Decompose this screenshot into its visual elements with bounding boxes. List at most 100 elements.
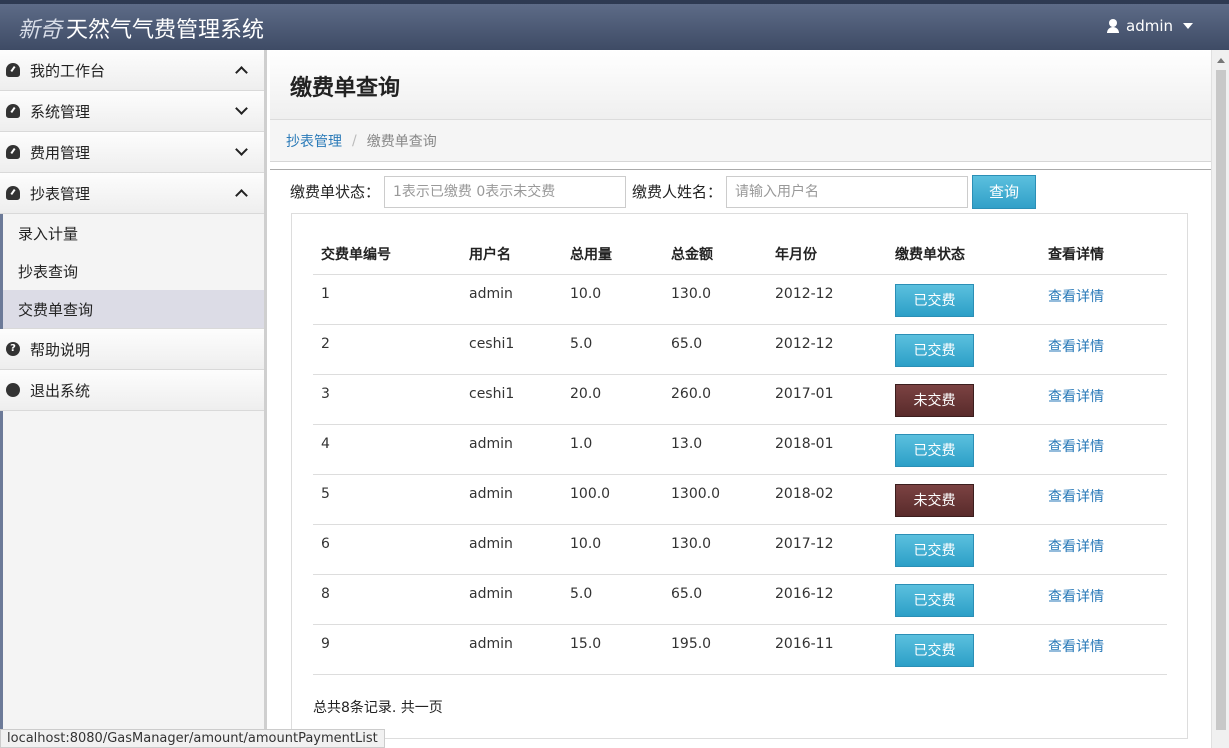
status-badge[interactable]: 未交费 [895,483,974,517]
table-row: 5 admin 100.0 1300.0 2018-02 未交费 查看详情 [313,474,1167,525]
brand[interactable]: 新奇 天然气气费管理系统 [18,12,264,44]
cell-user: ceshi1 [461,324,562,375]
sidebar-item-label: 费用管理 [30,143,91,162]
dashboard-icon [6,145,20,159]
status-badge[interactable]: 未交费 [895,383,974,417]
cell-amount: 130.0 [663,274,767,325]
breadcrumb-current: 缴费单查询 [366,133,437,150]
column-header: 缴费单状态 [887,234,1040,275]
cell-detail: 查看详情 [1040,374,1167,425]
cell-id: 9 [313,624,461,675]
column-header: 交费单编号 [313,234,461,275]
status-badge[interactable]: 已交费 [895,283,974,317]
sidebar-item-label: 系统管理 [30,102,91,121]
brand-prefix: 新奇 [18,18,63,43]
status-badge[interactable]: 已交费 [895,433,974,467]
cell-id: 1 [313,274,461,325]
cell-usage: 15.0 [562,624,663,675]
status-badge[interactable]: 已交费 [895,533,974,567]
name-input[interactable] [726,175,969,208]
cell-id: 4 [313,424,461,475]
sidebar-item-help[interactable]: ? 帮助说明 [0,329,264,370]
cell-amount: 13.0 [663,424,767,475]
cell-detail: 查看详情 [1040,524,1167,575]
status-bar-url: localhost:8080/GasManager/amount/amountP… [0,729,385,748]
question-icon: ? [6,342,20,356]
cell-status: 已交费 [887,624,1040,675]
scroll-up-icon[interactable] [1217,58,1225,63]
status-badge[interactable]: 已交费 [895,633,974,667]
sidebar-subitem-meter-query[interactable]: 抄表查询 [0,252,264,290]
sidebar-item-fees[interactable]: 费用管理 [0,132,264,173]
search-button[interactable]: 查询 [972,174,1037,209]
cell-month: 2017-01 [767,374,887,425]
cell-status: 未交费 [887,474,1040,525]
table-row: 3 ceshi1 20.0 260.0 2017-01 未交费 查看详情 [313,374,1167,425]
cell-detail: 查看详情 [1040,324,1167,375]
sidebar-item-label: 退出系统 [30,381,91,400]
breadcrumb-parent[interactable]: 抄表管理 [286,131,342,151]
chevron-up-icon [235,189,248,202]
view-detail-link[interactable]: 查看详情 [1048,389,1104,405]
view-detail-link[interactable]: 查看详情 [1048,639,1104,655]
dashboard-icon [6,63,20,77]
cell-usage: 5.0 [562,574,663,625]
cell-usage: 10.0 [562,274,663,325]
submenu-meter: 录入计量 抄表查询 交费单查询 [0,214,264,329]
sidebar-item-system[interactable]: 系统管理 [0,91,264,132]
cell-status: 已交费 [887,324,1040,375]
cell-user: admin [461,524,562,575]
table-row: 6 admin 10.0 130.0 2017-12 已交费 查看详情 [313,524,1167,575]
results-panel: 交费单编号 用户名 总用量 总金额 年月份 缴费单状态 查看详情 1 admin 1… [291,213,1188,739]
vertical-scrollbar[interactable] [1211,50,1229,748]
cell-status: 已交费 [887,274,1040,325]
sidebar-item-workbench[interactable]: 我的工作台 [0,50,264,91]
scroll-thumb[interactable] [1216,70,1226,730]
view-detail-link[interactable]: 查看详情 [1048,439,1104,455]
sidebar-item-label: 帮助说明 [30,340,91,359]
caret-down-icon [1183,23,1193,29]
table-row: 2 ceshi1 5.0 65.0 2012-12 已交费 查看详情 [313,324,1167,375]
sidebar-item-logout[interactable]: 退出系统 [0,370,264,411]
sidebar-subitem-payment-query[interactable]: 交费单查询 [0,290,264,328]
cell-id: 8 [313,574,461,625]
cell-status: 已交费 [887,524,1040,575]
status-badge[interactable]: 已交费 [895,333,974,367]
cell-status: 未交费 [887,374,1040,425]
cell-user: admin [461,274,562,325]
view-detail-link[interactable]: 查看详情 [1048,289,1104,305]
table-row: 8 admin 5.0 65.0 2016-12 已交费 查看详情 [313,574,1167,625]
cell-month: 2016-12 [767,574,887,625]
status-badge[interactable]: 已交费 [895,583,974,617]
cell-status: 已交费 [887,424,1040,475]
sidebar-subitem-input-meter[interactable]: 录入计量 [0,214,264,252]
cell-usage: 5.0 [562,324,663,375]
view-detail-link[interactable]: 查看详情 [1048,489,1104,505]
view-detail-link[interactable]: 查看详情 [1048,539,1104,555]
cell-month: 2016-11 [767,624,887,675]
breadcrumb-separator: / [352,132,357,149]
cell-usage: 20.0 [562,374,663,425]
cell-month: 2018-02 [767,474,887,525]
cell-user: admin [461,474,562,525]
table-header-row: 交费单编号 用户名 总用量 总金额 年月份 缴费单状态 查看详情 [313,234,1167,275]
cell-usage: 1.0 [562,424,663,475]
sidebar-item-meter[interactable]: 抄表管理 [0,173,264,214]
search-bar: 缴费单状态： 缴费人姓名： 查询 [270,169,1211,213]
cell-amount: 260.0 [663,374,767,425]
cell-id: 6 [313,524,461,575]
user-menu[interactable]: admin [1106,17,1193,35]
dashboard-icon [6,186,20,200]
view-detail-link[interactable]: 查看详情 [1048,589,1104,605]
cell-id: 2 [313,324,461,375]
view-detail-link[interactable]: 查看详情 [1048,339,1104,355]
cell-amount: 130.0 [663,524,767,575]
column-header: 查看详情 [1040,234,1167,275]
breadcrumb: 抄表管理 / 缴费单查询 [270,120,1211,162]
cell-usage: 10.0 [562,524,663,575]
cell-user: admin [461,574,562,625]
status-label: 缴费单状态： [290,183,381,201]
top-navbar: 新奇 天然气气费管理系统 admin [0,0,1229,50]
comment-icon [6,383,20,397]
status-input[interactable] [384,175,627,208]
